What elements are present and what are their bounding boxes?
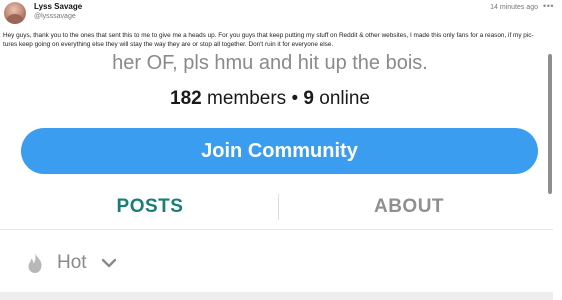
members-label: members	[207, 88, 287, 109]
flame-icon	[28, 253, 42, 273]
community-stats: 182 members • 9 online	[0, 88, 540, 110]
feed-separator	[0, 292, 553, 300]
more-horizontal-icon[interactable]: •••	[543, 1, 554, 11]
tab-divider	[278, 194, 279, 220]
post-timestamp[interactable]: 14 minutes ago	[490, 4, 538, 11]
online-label: online	[319, 88, 370, 109]
members-count: 182	[170, 88, 202, 109]
join-community-button[interactable]: Join Community	[21, 128, 538, 174]
community-tabs: POSTS ABOUT	[21, 190, 538, 224]
avatar[interactable]	[4, 2, 26, 24]
display-name[interactable]: Lyss Savage	[34, 2, 82, 11]
user-handle[interactable]: @lysssavage	[34, 13, 76, 20]
post-text-line: Hey guys, thank you to the ones that sen…	[3, 32, 534, 39]
post-text-line: tures keep going on everything else they…	[3, 41, 334, 49]
scrollbar[interactable]	[548, 54, 552, 194]
sort-label: Hot	[57, 252, 87, 273]
divider	[0, 229, 553, 230]
stats-separator: •	[291, 88, 299, 109]
community-description: her OF, pls hmu and hit up the bois.	[112, 52, 428, 74]
post-body: Hey guys, thank you to the ones that sen…	[3, 31, 557, 50]
online-count: 9	[303, 88, 314, 109]
tab-about[interactable]: ABOUT	[280, 190, 538, 224]
chevron-down-icon	[101, 258, 117, 268]
community-embed-screenshot: her OF, pls hmu and hit up the bois. 182…	[0, 52, 562, 300]
tab-posts[interactable]: POSTS	[21, 190, 279, 224]
